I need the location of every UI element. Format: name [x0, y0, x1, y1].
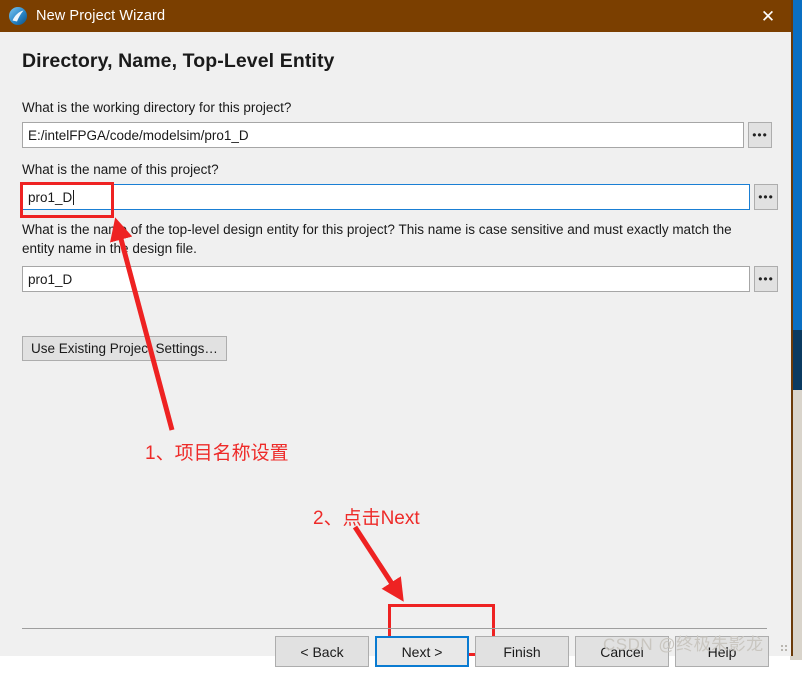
- project-name-question: What is the name of this project?: [22, 162, 219, 177]
- top-level-entity-browse-button[interactable]: •••: [754, 266, 778, 292]
- top-level-entity-row: pro1_D •••: [22, 266, 778, 292]
- back-button[interactable]: < Back: [275, 636, 369, 667]
- page-title: Directory, Name, Top-Level Entity: [22, 50, 335, 72]
- working-directory-row: E:/intelFPGA/code/modelsim/pro1_D •••: [22, 122, 772, 148]
- annotation-step2-text: 2、点击Next: [313, 508, 420, 529]
- project-name-value: pro1_D: [28, 189, 73, 205]
- cancel-button[interactable]: Cancel: [575, 636, 669, 667]
- working-directory-question: What is the working directory for this p…: [22, 100, 292, 115]
- footer-separator: [22, 628, 767, 629]
- project-name-browse-button[interactable]: •••: [754, 184, 778, 210]
- text-caret: [73, 189, 75, 205]
- annotation-step1-text: 1、项目名称设置: [145, 443, 289, 464]
- screen-root: New Project Wizard ✕ Directory, Name, To…: [0, 0, 802, 667]
- finish-button[interactable]: Finish: [475, 636, 569, 667]
- top-level-entity-question: What is the name of the top-level design…: [22, 222, 732, 257]
- project-name-row: pro1_D •••: [22, 184, 778, 210]
- dialog-body: Directory, Name, Top-Level Entity What i…: [0, 32, 791, 667]
- modelsim-sphere-icon: [8, 6, 28, 26]
- close-icon[interactable]: ✕: [745, 0, 791, 32]
- use-existing-project-settings-button[interactable]: Use Existing Project Settings…: [22, 336, 227, 361]
- working-directory-browse-button[interactable]: •••: [748, 122, 772, 148]
- working-directory-input[interactable]: E:/intelFPGA/code/modelsim/pro1_D: [22, 122, 744, 148]
- footer-button-bar: < Back Next > Finish Cancel Help: [0, 636, 793, 676]
- project-name-input[interactable]: pro1_D: [22, 184, 750, 210]
- new-project-wizard-window: New Project Wizard ✕ Directory, Name, To…: [0, 0, 793, 667]
- top-level-entity-input[interactable]: pro1_D: [22, 266, 750, 292]
- help-button[interactable]: Help: [675, 636, 769, 667]
- next-button[interactable]: Next >: [375, 636, 469, 667]
- title-bar[interactable]: New Project Wizard ✕: [0, 0, 791, 32]
- window-title: New Project Wizard: [36, 8, 166, 24]
